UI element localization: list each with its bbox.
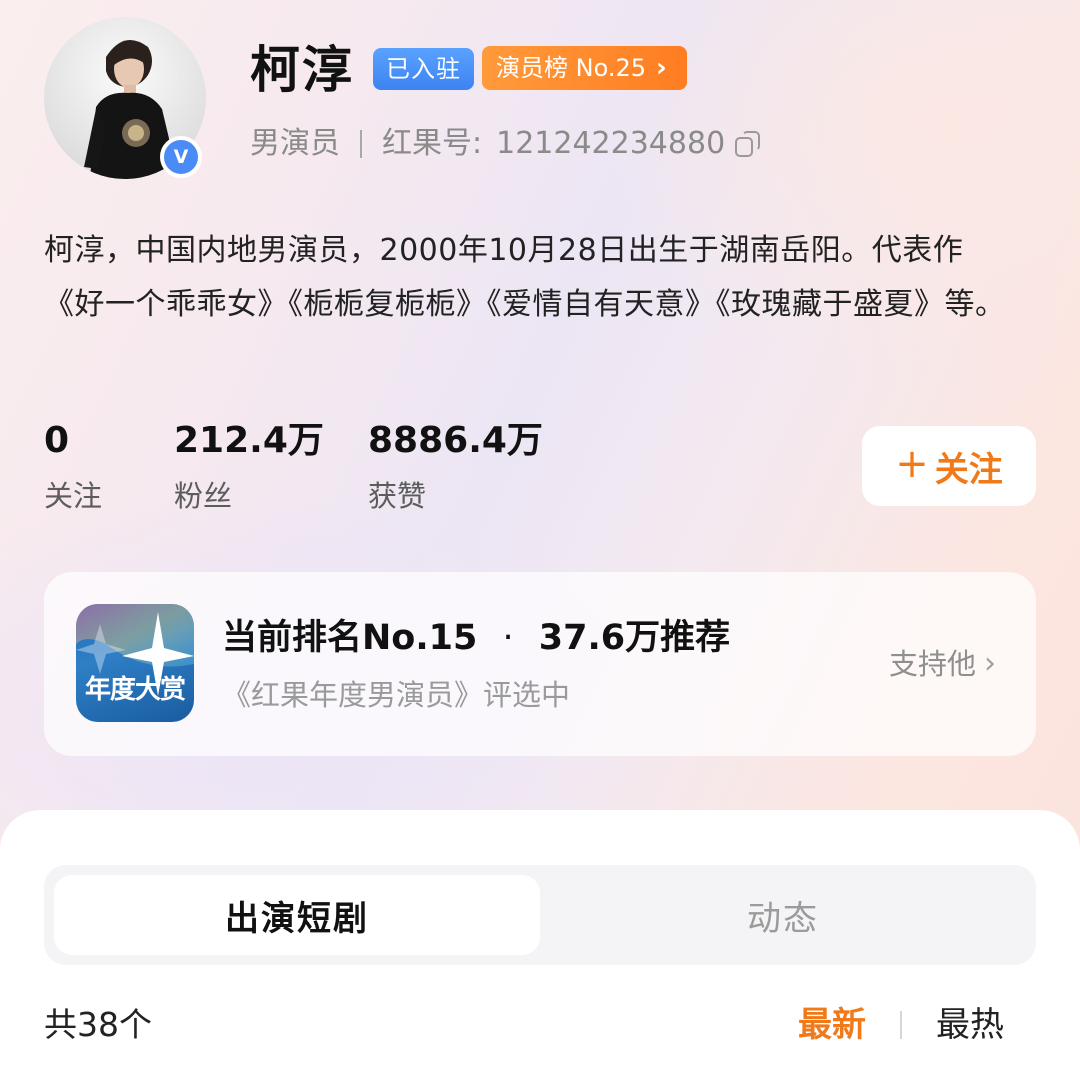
id-value: 121242234880 bbox=[496, 126, 726, 161]
divider bbox=[360, 130, 362, 158]
award-rank: 当前排名No.15 bbox=[222, 618, 478, 658]
award-recommend-count: 37.6万推荐 bbox=[538, 618, 731, 658]
annual-award-card[interactable]: 年度大赏 当前排名No.15 · 37.6万推荐 《红果年度男演员》评选中 支持… bbox=[44, 572, 1036, 756]
chevron-right-icon: › bbox=[984, 646, 996, 681]
profile-subline: 男演员 红果号: 121242234880 bbox=[250, 122, 761, 166]
content-sheet: 出演短剧 动态 共38个 最新 最热 bbox=[0, 810, 1080, 1068]
award-rank-line: 当前排名No.15 · 37.6万推荐 bbox=[222, 614, 730, 662]
tab-updates[interactable]: 动态 bbox=[540, 875, 1026, 955]
award-subtitle: 《红果年度男演员》评选中 bbox=[222, 678, 571, 712]
actor-rank-tag[interactable]: 演员榜 No.25 › bbox=[482, 46, 687, 90]
stat-fans-value: 212.4万 bbox=[174, 420, 324, 461]
stat-following-value: 0 bbox=[44, 420, 70, 461]
profile-role: 男演员 bbox=[250, 126, 340, 161]
stat-likes-value: 8886.4万 bbox=[368, 420, 543, 461]
copy-icon[interactable] bbox=[735, 131, 761, 157]
verified-badge-icon: V bbox=[160, 136, 202, 178]
stat-likes-label: 获赞 bbox=[368, 479, 427, 513]
stat-following-label: 关注 bbox=[44, 479, 103, 513]
plus-icon: + bbox=[895, 441, 929, 487]
sort-options: 最新 最热 bbox=[798, 1002, 1004, 1048]
follow-button[interactable]: + 关注 bbox=[862, 426, 1036, 506]
follow-button-label: 关注 bbox=[934, 449, 1003, 490]
annual-award-logo: 年度大赏 bbox=[76, 604, 194, 722]
settled-tag: 已入驻 bbox=[373, 48, 474, 90]
profile-name: 柯淳 bbox=[250, 41, 354, 99]
divider bbox=[900, 1011, 902, 1039]
content-tabs: 出演短剧 动态 bbox=[44, 865, 1036, 965]
chevron-right-icon: › bbox=[656, 53, 667, 83]
support-him-link[interactable]: 支持他 › bbox=[889, 642, 996, 686]
id-label: 红果号: bbox=[382, 126, 483, 161]
stat-following[interactable]: 0 关注 bbox=[44, 418, 102, 516]
support-him-label: 支持他 bbox=[888, 647, 976, 681]
actor-rank-label: 演员榜 No.25 bbox=[496, 54, 647, 82]
profile-bio: 柯淳，中国内地男演员，2000年10月28日出生于湖南岳阳。代表作《好一个乖乖女… bbox=[44, 233, 1006, 322]
stat-likes: 8886.4万 获赞 bbox=[368, 418, 543, 516]
award-dot: · bbox=[502, 618, 514, 658]
annual-award-logo-text: 年度大赏 bbox=[84, 675, 186, 705]
sort-newest-button[interactable]: 最新 bbox=[798, 1002, 866, 1048]
stat-fans-label: 粉丝 bbox=[174, 479, 233, 513]
sort-hottest-button[interactable]: 最热 bbox=[936, 1002, 1004, 1048]
tab-dramas[interactable]: 出演短剧 bbox=[54, 875, 540, 955]
drama-count: 共38个 bbox=[44, 1005, 152, 1044]
stat-fans[interactable]: 212.4万 粉丝 bbox=[174, 418, 324, 516]
